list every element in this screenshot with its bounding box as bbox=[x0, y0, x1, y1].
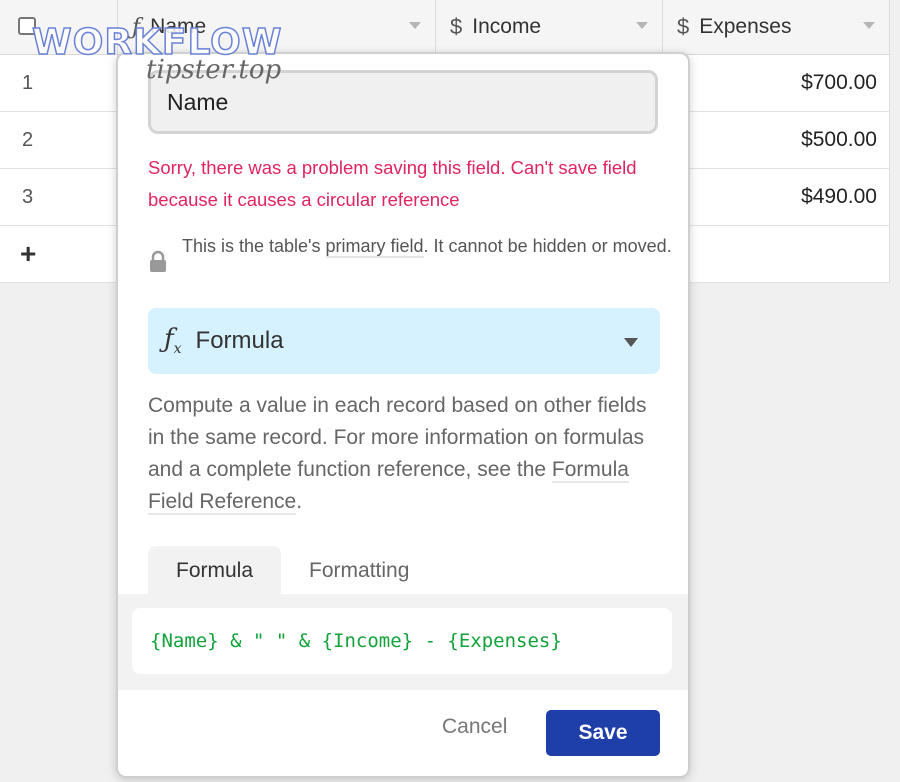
cancel-button[interactable]: Cancel bbox=[436, 714, 513, 740]
column-header-expenses[interactable]: $ Expenses bbox=[663, 0, 890, 54]
formula-panel: {Name} & " " & {Income} - {Expenses} bbox=[118, 594, 688, 690]
primary-field-link[interactable]: primary field bbox=[325, 236, 424, 258]
primary-note-text: This is the table's bbox=[182, 236, 326, 256]
field-config-dialog: Sorry, there was a problem saving this f… bbox=[116, 52, 690, 778]
chevron-down-icon bbox=[624, 338, 638, 347]
description-text: . bbox=[296, 490, 303, 513]
field-type-label: Formula bbox=[195, 327, 284, 354]
column-header-label: Income bbox=[472, 15, 542, 38]
error-message: Sorry, there was a problem saving this f… bbox=[148, 157, 637, 210]
add-row-button[interactable]: + bbox=[0, 226, 118, 282]
row-number: 2 bbox=[0, 112, 118, 168]
column-header-income[interactable]: $ Income bbox=[436, 0, 663, 54]
formula-tabs: Formula Formatting bbox=[148, 546, 437, 596]
row-number: 3 bbox=[0, 169, 118, 225]
expenses-cell[interactable]: $700.00 bbox=[663, 55, 890, 111]
watermark-site: tipster.top bbox=[146, 55, 282, 85]
row-number: 1 bbox=[0, 55, 118, 111]
field-type-description: Compute a value in each record based on … bbox=[148, 390, 668, 518]
primary-note-text: . It cannot be hidden or moved. bbox=[423, 236, 672, 256]
formula-icon: ƒx bbox=[164, 324, 182, 358]
tab-formatting[interactable]: Formatting bbox=[281, 546, 437, 596]
lock-icon bbox=[150, 250, 166, 272]
chevron-down-icon[interactable] bbox=[636, 22, 648, 29]
column-header-label: Expenses bbox=[699, 15, 792, 38]
tab-formula[interactable]: Formula bbox=[148, 546, 282, 596]
chevron-down-icon[interactable] bbox=[863, 22, 875, 29]
chevron-down-icon[interactable] bbox=[409, 22, 421, 29]
currency-icon: $ bbox=[677, 14, 690, 39]
save-button[interactable]: Save bbox=[546, 710, 660, 756]
field-type-select[interactable]: ƒx Formula bbox=[148, 308, 660, 374]
currency-icon: $ bbox=[450, 14, 463, 39]
expenses-cell[interactable]: $490.00 bbox=[663, 169, 890, 225]
expenses-cell[interactable]: $500.00 bbox=[663, 112, 890, 168]
formula-editor[interactable]: {Name} & " " & {Income} - {Expenses} bbox=[132, 608, 672, 674]
add-row-filler bbox=[663, 226, 890, 282]
primary-field-note: This is the table's primary field. It ca… bbox=[182, 230, 672, 262]
